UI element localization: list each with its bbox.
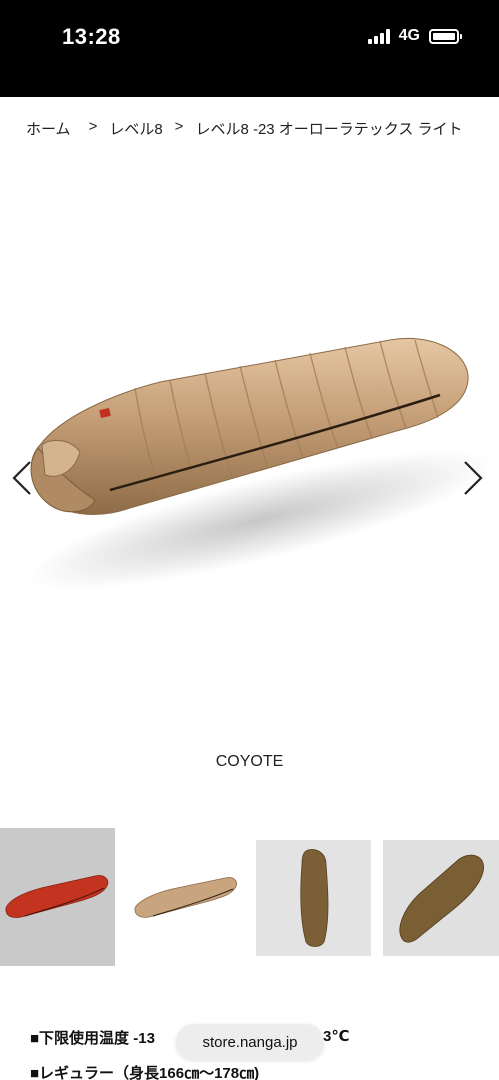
status-bar: 13:28 4G [0, 0, 499, 97]
browser-url-bar[interactable]: store.nanga.jp [176, 1024, 324, 1060]
next-image-arrow-icon[interactable] [457, 458, 487, 498]
breadcrumb-separator: > [88, 118, 98, 135]
spec-comfort-temperature: ■下限使用温度 -13 [30, 1030, 155, 1047]
spec-comfort-temperature-suffix: 3℃ [323, 1028, 350, 1045]
breadcrumb-home-link[interactable]: ホーム [26, 118, 71, 139]
product-main-image[interactable] [0, 190, 499, 710]
breadcrumb-separator: > [174, 118, 184, 135]
status-indicators: 4G [367, 27, 462, 45]
thumbnail-olive-open[interactable] [383, 840, 499, 956]
spec-size-regular: ■レギュラー（身長166㎝〜178㎝) [30, 1065, 260, 1080]
breadcrumb-level-link[interactable]: レベル8 [109, 118, 162, 139]
thumbnail-red[interactable] [0, 828, 115, 966]
network-type: 4G [398, 27, 420, 44]
thumbnail-strip [0, 828, 499, 968]
thumbnail-coyote[interactable] [127, 828, 243, 966]
color-name-label: COYOTE [215, 753, 284, 770]
breadcrumb: ホーム > レベル8 > レベル8 -23 オーローラテックス ライト [26, 118, 463, 139]
thumbnail-olive-front[interactable] [256, 840, 371, 956]
battery-icon [429, 28, 462, 44]
previous-image-arrow-icon[interactable] [8, 458, 38, 498]
signal-strength-icon [367, 28, 390, 44]
status-time: 13:28 [62, 24, 121, 49]
breadcrumb-current: レベル8 -23 オーローラテックス ライト [195, 121, 463, 138]
